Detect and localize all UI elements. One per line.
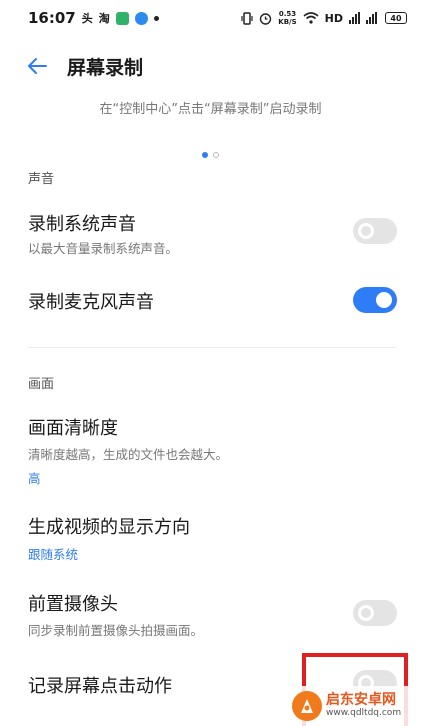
battery-icon: 40 (385, 12, 407, 24)
site-watermark: 启东安卓网 www.qdltdq.com (292, 686, 421, 726)
status-bar: 16:07 头 淘 0.53 KB/S HD 40 (0, 0, 421, 36)
net-speed-value: 0.53 (278, 10, 297, 18)
system-sound-toggle[interactable] (353, 218, 397, 244)
resolution-label: 画面清晰度 (28, 418, 118, 439)
system-sound-label: 录制系统声音 (28, 214, 136, 235)
resolution-desc: 清晰度越高，生成的文件也会越大。 (28, 447, 229, 462)
watermark-text: 启东安卓网 www.qdltdq.com (326, 692, 402, 718)
front-camera-toggle[interactable] (353, 600, 397, 626)
alarm-icon (260, 12, 272, 25)
mic-sound-toggle[interactable] (353, 287, 397, 313)
watermark-name: 启东安卓网 (326, 692, 396, 709)
taobao-app-icon: 淘 (98, 12, 110, 25)
pager-dot[interactable] (213, 152, 219, 158)
page-title: 屏幕录制 (67, 56, 144, 79)
pager-dot-active[interactable] (202, 152, 208, 158)
setting-row-resolution[interactable]: 画面清晰度 清晰度越高，生成的文件也会越大。 高 (0, 404, 421, 490)
signal-icon (349, 12, 377, 24)
setting-row-system-sound[interactable]: 录制系统声音 以最大音量录制系统声音。 (0, 198, 421, 266)
toggle-knob (376, 292, 392, 308)
net-speed-unit: KB/S (278, 18, 297, 26)
section-header-sound: 声音 (28, 172, 55, 187)
setting-row-front-camera[interactable]: 前置摄像头 同步录制前置摄像头拍摄画面。 (0, 580, 421, 646)
resolution-value: 高 (28, 471, 41, 486)
back-arrow-icon (28, 58, 47, 74)
hd-label: HD (324, 11, 343, 25)
toggle-knob (358, 605, 374, 621)
status-left: 16:07 头 淘 (28, 9, 159, 27)
setting-row-mic-sound[interactable]: 录制麦克风声音 (0, 280, 421, 330)
section-divider (28, 347, 396, 348)
more-notifications-icon (153, 15, 159, 21)
wifi-icon (303, 12, 319, 24)
title-bar: 屏幕录制 (0, 40, 421, 92)
section-header-picture: 画面 (28, 377, 55, 392)
orientation-value: 跟随系统 (28, 547, 79, 562)
net-speed: 0.53 KB/S (278, 10, 296, 26)
watermark-url: www.qdltdq.com (326, 707, 402, 718)
blue-app-icon (134, 11, 148, 25)
system-sound-desc: 以最大音量录制系统声音。 (28, 241, 179, 256)
status-time: 16:07 (28, 9, 76, 27)
carousel-hint-text: 在“控制中心”点击“屏幕录制”启动录制 (99, 102, 322, 117)
status-right: 0.53 KB/S HD 40 (241, 10, 407, 26)
back-button[interactable] (17, 46, 57, 86)
mic-sound-label: 录制麦克风声音 (28, 292, 154, 313)
orientation-label: 生成视频的显示方向 (28, 517, 190, 538)
watermark-logo-icon (292, 691, 322, 721)
toutiao-app-icon: 头 (81, 12, 93, 25)
setting-row-orientation[interactable]: 生成视频的显示方向 跟随系统 (0, 504, 421, 566)
front-camera-desc: 同步录制前置摄像头拍摄画面。 (28, 623, 204, 638)
green-app-icon (115, 11, 129, 25)
toggle-knob (358, 223, 374, 239)
touch-record-label: 记录屏幕点击动作 (28, 676, 172, 697)
carousel-pager[interactable] (0, 152, 421, 158)
front-camera-label: 前置摄像头 (28, 594, 118, 615)
vibrate-icon (241, 11, 253, 25)
